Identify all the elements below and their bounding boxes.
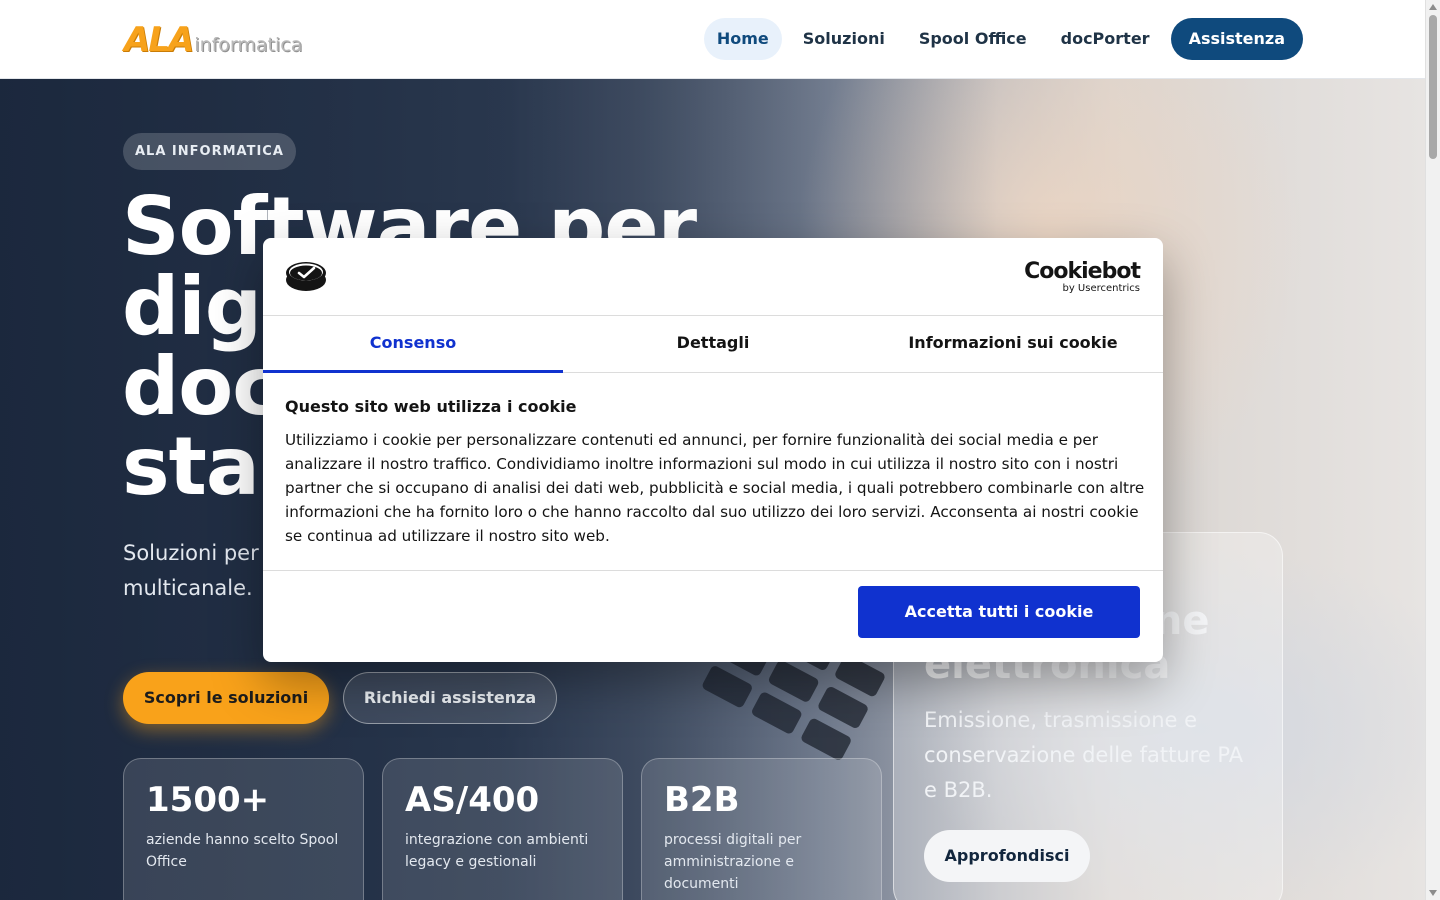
page-scrollbar[interactable] [1425,0,1440,900]
logo-informatica-text: informatica [194,34,303,56]
cookie-consent-icon [286,262,326,291]
scrollbar-thumb[interactable] [1429,15,1437,159]
dialog-footer: Accetta tutti i cookie [263,570,1163,662]
nav-item-docporter[interactable]: docPorter [1048,18,1163,60]
feature-card-description: Emissione, trasmissione e conservazione … [924,708,1244,802]
tab-dettagli[interactable]: Dettagli [563,316,863,373]
stat-card: AS/400 integrazione con ambienti legacy … [382,758,623,900]
logo-ala-text: ALA [124,20,194,60]
scroll-down-arrow-icon[interactable] [1429,890,1437,896]
dialog-text: Utilizziamo i cookie per personalizzare … [285,431,1145,545]
dialog-tabs: Consenso Dettagli Informazioni sui cooki… [263,316,1163,373]
stat-description: integrazione con ambienti legacy e gesti… [405,832,589,870]
scroll-up-arrow-icon[interactable] [1429,4,1437,10]
cookiebot-logo[interactable]: Cookiebot by Usercentrics [1024,259,1141,295]
logo[interactable]: ALA informatica [124,20,302,60]
site-header: ALA informatica Home Soluzioni Spool Off… [0,0,1425,79]
request-support-button[interactable]: Richiedi assistenza [343,672,557,724]
tab-consenso[interactable]: Consenso [263,316,563,373]
stat-value: AS/400 [405,780,540,820]
stat-description: aziende hanno scelto Spool Office [146,832,339,870]
cookie-consent-dialog: Cookiebot by Usercentrics Consenso Detta… [263,238,1163,662]
dialog-header: Cookiebot by Usercentrics [263,238,1163,316]
nav-item-home[interactable]: Home [703,18,782,60]
nav-item-soluzioni[interactable]: Soluzioni [790,18,898,60]
cookiebot-brand-sub: by Usercentrics [1062,283,1140,294]
stat-description: processi digitali per amministrazione e … [664,832,802,892]
hero-badge: ALA INFORMATICA [123,133,296,170]
discover-solutions-button[interactable]: Scopri le soluzioni [123,672,329,724]
nav-assistenza-button[interactable]: Assistenza [1170,18,1303,60]
stat-card: B2B processi digitali per amministrazion… [641,758,882,900]
dialog-title: Questo sito web utilizza i cookie [285,397,577,416]
stat-card: 1500+ aziende hanno scelto Spool Office [123,758,364,900]
learn-more-button[interactable]: Approfondisci [924,830,1090,882]
cookiebot-brand: Cookiebot [1024,259,1141,284]
stat-value: B2B [664,780,740,820]
nav-item-spool-office[interactable]: Spool Office [906,18,1040,60]
stat-value: 1500+ [146,780,270,820]
accept-all-cookies-button[interactable]: Accetta tutti i cookie [858,586,1140,638]
main-nav: Home Soluzioni Spool Office docPorter As… [696,18,1303,60]
tab-informazioni-cookie[interactable]: Informazioni sui cookie [863,316,1163,373]
dialog-body: Questo sito web utilizza i cookie Utiliz… [285,396,1145,548]
